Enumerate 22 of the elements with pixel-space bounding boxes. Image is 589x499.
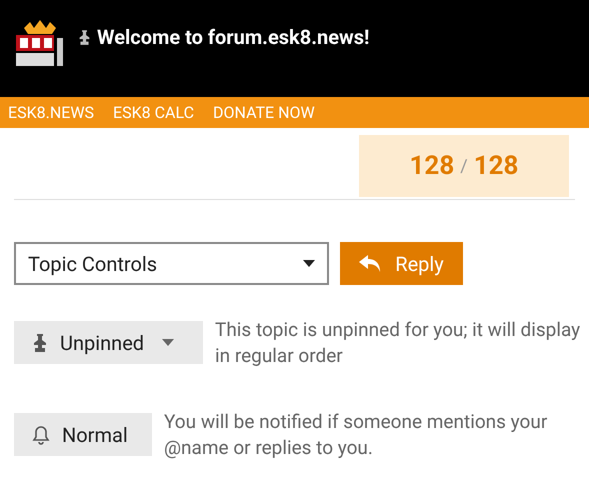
nav-link[interactable]: DONATE NOW: [213, 100, 315, 124]
current-post: 128: [410, 150, 454, 182]
bell-icon: [32, 424, 50, 444]
site-title[interactable]: Welcome to forum.esk8.news!: [97, 22, 370, 52]
separator: /: [460, 154, 468, 178]
pin-status-button[interactable]: Unpinned: [14, 321, 203, 364]
caret-icon: [162, 339, 174, 346]
progress-counter[interactable]: 128 / 128: [359, 135, 569, 197]
caret-icon: [303, 260, 315, 267]
pin-icon: [78, 30, 91, 44]
logo-drawing: [14, 20, 66, 68]
pin-icon: [32, 334, 48, 352]
nav-link[interactable]: ESK8 CALC: [113, 100, 194, 124]
reply-button[interactable]: Reply: [340, 242, 463, 285]
total-posts: 128: [474, 150, 518, 182]
topic-controls-dropdown[interactable]: Topic Controls: [14, 242, 329, 285]
notification-button[interactable]: Normal: [14, 413, 152, 456]
status-description: This topic is unpinned for you; it will display in regular order: [215, 317, 582, 369]
dropdown-label: Topic Controls: [28, 250, 158, 278]
status-description: You will be notified if someone mentions your @name or replies to you.: [164, 409, 548, 461]
nav-link[interactable]: ESK8.NEWS: [8, 100, 94, 124]
reply-icon: [359, 254, 382, 272]
